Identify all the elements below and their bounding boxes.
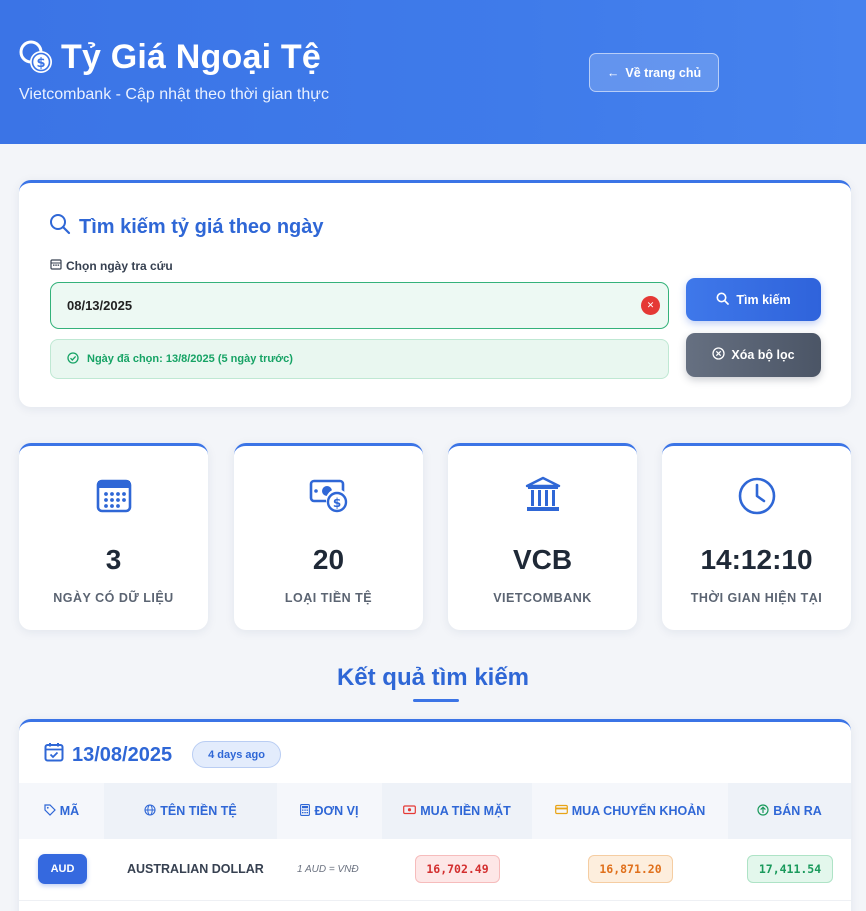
page-header: $ Tỷ Giá Ngoại Tệ Vietcombank - Cập nhật… [0, 0, 866, 144]
date-age-badge: 4 days ago [192, 741, 281, 768]
search-card: Tìm kiếm tỷ giá theo ngày Chọn ngày tra … [19, 180, 851, 407]
selected-date-text: Ngày đã chọn: 13/8/2025 (5 ngày trước) [87, 353, 293, 365]
col-code[interactable]: MÃ [19, 783, 104, 839]
stat-label: THỜI GIAN HIỆN TẠI [690, 591, 823, 605]
currency-name: AUSTRALIAN DOLLAR [127, 862, 264, 876]
stat-card-bank: VCB VIETCOMBANK [448, 443, 637, 630]
date-label-text: Chọn ngày tra cứu [66, 258, 173, 273]
stat-card-currencies: $ 20 LOẠI TIỀN TỆ [234, 443, 423, 630]
page-subtitle: Vietcombank - Cập nhật theo thời gian th… [19, 86, 329, 103]
col-transfer-buy-label: MUA CHUYỂN KHOẢN [571, 804, 706, 818]
arrow-up-circle-icon [757, 803, 769, 819]
stat-value: 14:12:10 [700, 544, 813, 575]
stat-card-time: 14:12:10 THỜI GIAN HIỆN TẠI [662, 443, 851, 630]
clear-filter-label: Xóa bộ lọc [731, 348, 795, 362]
col-transfer-buy[interactable]: MUA CHUYỂN KHOẢN [532, 783, 728, 839]
bank-icon [448, 476, 637, 514]
currency-unit: 1 AUD = VNĐ [297, 864, 359, 875]
svg-text:$: $ [332, 496, 340, 510]
search-button-label: Tìm kiếm [736, 292, 791, 307]
page-title: Tỷ Giá Ngoại Tệ [61, 38, 321, 76]
stat-value: 20 [312, 544, 345, 575]
search-button[interactable]: Tìm kiếm [686, 278, 821, 321]
clear-filter-button[interactable]: Xóa bộ lọc [686, 333, 821, 377]
search-button-icon [716, 292, 730, 308]
col-cash-buy-label: MUA TIỀN MẶT [420, 804, 511, 818]
selected-date-note: Ngày đã chọn: 13/8/2025 (5 ngày trước) [50, 339, 669, 379]
calendar-icon [19, 476, 208, 514]
currency-code-badge: AUD [38, 854, 87, 884]
col-name[interactable]: TÊN TIỀN TỆ [104, 783, 277, 839]
results-date-text: 13/08/2025 [72, 743, 173, 766]
cash-icon [403, 804, 417, 818]
date-label: Chọn ngày tra cứu [50, 258, 173, 273]
search-icon [49, 213, 71, 241]
col-unit[interactable]: ĐƠN VỊ [277, 783, 382, 839]
sell-value: 17,411.54 [747, 855, 833, 883]
coins-icon: $ [19, 40, 55, 76]
search-title-text: Tìm kiếm tỷ giá theo ngày [79, 215, 324, 238]
col-unit-label: ĐƠN VỊ [314, 804, 359, 818]
stat-value: VCB [512, 544, 573, 575]
table-row[interactable]: AUD AUSTRALIAN DOLLAR 1 AUD = VNĐ 16,702… [19, 839, 851, 901]
svg-text:$: $ [36, 56, 45, 71]
stat-value: 3 [105, 544, 122, 575]
col-cash-buy[interactable]: MUA TIỀN MẶT [382, 783, 532, 839]
money-icon: $ [234, 476, 423, 516]
results-date: 13/08/2025 [44, 742, 172, 768]
stat-label: LOẠI TIỀN TỆ [284, 591, 373, 605]
col-code-label: MÃ [59, 804, 80, 818]
calendar-check-icon [44, 742, 64, 768]
results-title: Kết quả tìm kiếm [336, 664, 530, 691]
calculator-icon [300, 803, 311, 819]
transfer-buy-value: 16,871.20 [588, 855, 673, 883]
table-header: MÃ TÊN TIỀN TỆ ĐƠN VỊ MUA TIỀN MẶT MUA C… [19, 783, 851, 839]
stat-label: NGÀY CÓ DỮ LIỆU [53, 591, 174, 605]
home-button[interactable]: ← Về trang chủ [589, 53, 719, 92]
cash-buy-value: 16,702.49 [415, 855, 500, 883]
clock-icon [662, 476, 851, 516]
stat-label: VIETCOMBANK [493, 591, 592, 605]
col-sell[interactable]: BÁN RA [728, 783, 851, 839]
date-value: 08/13/2025 [67, 298, 133, 313]
clear-date-icon[interactable]: ✕ [641, 296, 660, 315]
results-table-card: 13/08/2025 4 days ago MÃ TÊN TIỀN TỆ ĐƠN… [19, 719, 851, 911]
brand: $ Tỷ Giá Ngoại Tệ [19, 38, 321, 77]
x-circle-icon [712, 347, 726, 363]
title-underline [413, 699, 459, 702]
globe-icon [144, 803, 156, 819]
date-input[interactable]: 08/13/2025 ✕ [50, 282, 669, 329]
home-button-label: Về trang chủ [625, 65, 702, 80]
arrow-left-icon: ← [606, 65, 620, 80]
check-circle-icon [67, 351, 79, 367]
credit-card-icon [554, 804, 568, 818]
stat-card-days: 3 NGÀY CÓ DỮ LIỆU [19, 443, 208, 630]
search-title: Tìm kiếm tỷ giá theo ngày [49, 213, 324, 241]
col-name-label: TÊN TIỀN TỆ [160, 804, 237, 818]
col-sell-label: BÁN RA [773, 804, 822, 818]
tag-icon [44, 803, 56, 819]
calendar-small-icon [50, 258, 62, 273]
